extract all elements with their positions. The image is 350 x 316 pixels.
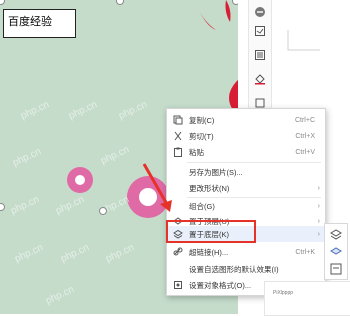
floating-toolbar	[248, 0, 272, 120]
outline-shape	[287, 30, 320, 51]
menu-item-label: 组合(G)	[189, 201, 215, 211]
menu-item-label: 设置自选图形的默认效果(I)	[189, 264, 279, 274]
pink-ring-small	[67, 167, 93, 193]
menu-item-copy[interactable]: 复制(C) Ctrl+C	[167, 112, 325, 128]
menu-item-hyperlink[interactable]: 超链接(H)... Ctrl+K	[167, 244, 325, 260]
menu-item-cut[interactable]: 剪切(T) Ctrl+X	[167, 128, 325, 144]
collapse-button[interactable]	[251, 3, 269, 21]
watermark-text: php.cn	[19, 99, 51, 122]
paint-bucket-icon	[255, 74, 265, 85]
selection-handle[interactable]	[99, 207, 107, 215]
fill-button[interactable]	[251, 70, 269, 88]
menu-item-label: 另存为图片(S)...	[189, 167, 243, 177]
context-menu: 复制(C) Ctrl+C 剪切(T) Ctrl+X 粘贴 Ctrl+V 另存为图…	[166, 108, 326, 296]
watermark-text: php.cn	[9, 194, 41, 217]
minus-circle-icon	[255, 7, 265, 17]
send-backward-icon[interactable]	[329, 245, 343, 259]
selection-pane-icon[interactable]	[329, 262, 343, 276]
menu-item-label: 剪切(T)	[189, 131, 214, 141]
submenu-panel	[324, 223, 348, 280]
selection-handle[interactable]	[116, 0, 124, 5]
menu-item-paste[interactable]: 粘贴 Ctrl+V	[167, 144, 325, 160]
highlight-annotation	[166, 220, 256, 243]
shape-style-button[interactable]	[251, 22, 269, 40]
text-box[interactable]: 百度经验	[3, 9, 76, 38]
chevron-right-icon: ›	[317, 184, 320, 192]
chevron-right-icon: ›	[317, 217, 320, 225]
red-shape-top	[198, 0, 231, 30]
menu-item-shortcut: Ctrl+K	[295, 248, 315, 256]
text-layout-icon	[255, 50, 265, 60]
watermark-text: php.cn	[11, 146, 43, 169]
copy-icon	[171, 113, 185, 127]
watermark-text: php.cn	[117, 99, 149, 122]
arrow-annotation	[142, 163, 172, 212]
bottom-panel: PiXlpppp	[264, 281, 350, 316]
watermark-text: php.cn	[99, 144, 131, 167]
bottom-panel-text: PiXlpppp	[273, 290, 294, 296]
hyperlink-icon	[171, 245, 185, 259]
menu-item-default-effect[interactable]: 设置自选图形的默认效果(I)	[167, 261, 325, 277]
selection-handle[interactable]	[0, 0, 5, 5]
layers-icon	[255, 26, 265, 36]
selection-handle[interactable]	[232, 0, 238, 5]
menu-item-save-as-image[interactable]: 另存为图片(S)...	[167, 164, 325, 180]
paste-icon	[171, 145, 185, 159]
menu-item-label: 复制(C)	[189, 115, 215, 125]
layer-order-icon[interactable]	[329, 228, 343, 242]
chevron-right-icon: ›	[317, 202, 320, 210]
menu-separator	[187, 162, 321, 163]
menu-item-label: 更改形状(N)	[189, 183, 230, 193]
selection-handle[interactable]	[0, 203, 5, 211]
format-object-icon	[171, 278, 185, 292]
menu-item-shortcut: Ctrl+C	[294, 116, 315, 124]
menu-item-change-shape[interactable]: 更改形状(N) ›	[167, 180, 325, 196]
menu-item-label: 粘贴	[189, 147, 204, 157]
watermark-text: php.cn	[44, 284, 76, 307]
ring-hole	[75, 175, 85, 185]
chevron-right-icon: ›	[317, 230, 320, 238]
menu-item-label: 超链接(H)...	[189, 247, 229, 257]
cut-icon	[171, 129, 185, 143]
menu-item-shortcut: Ctrl+V	[295, 148, 315, 156]
layout-button[interactable]	[251, 46, 269, 64]
menu-item-shortcut: Ctrl+X	[295, 132, 315, 140]
watermark-text: php.cn	[67, 99, 99, 122]
watermark-text: php.cn	[104, 242, 136, 265]
watermark-text: php.cn	[59, 242, 91, 265]
watermark-text: php.cn	[54, 194, 86, 217]
menu-item-group[interactable]: 组合(G) ›	[167, 198, 325, 214]
watermark-text: php.cn	[13, 242, 45, 265]
